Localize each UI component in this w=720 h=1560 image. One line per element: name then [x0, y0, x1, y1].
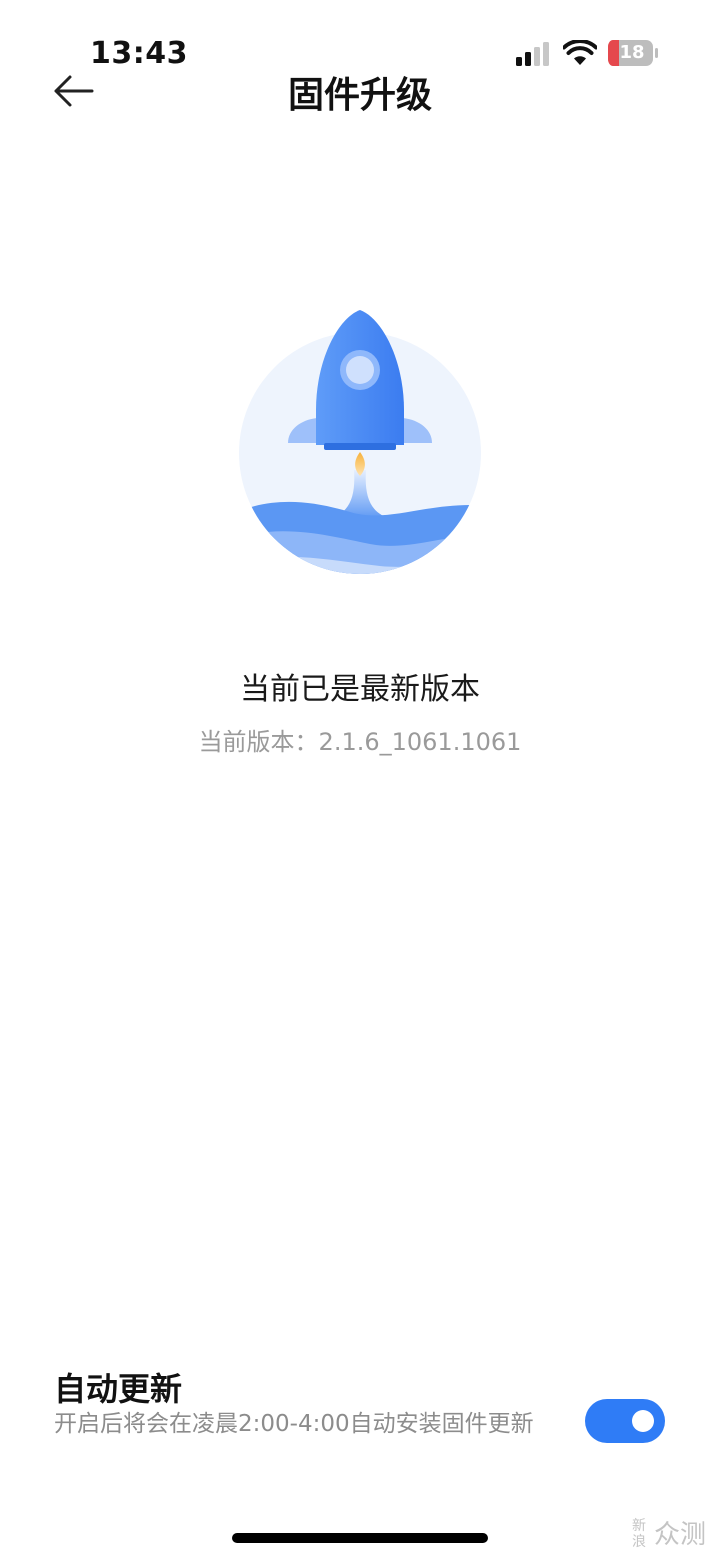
rocket-launch-icon: [239, 310, 481, 574]
wifi-icon: [563, 40, 597, 65]
watermark-big-text: 众测: [654, 1520, 707, 1550]
watermark-small-text: 新浪: [632, 1518, 646, 1550]
battery-level: 18: [619, 42, 645, 63]
status-title: 当前已是最新版本: [240, 672, 480, 707]
current-version: 当前版本：2.1.6_1061.1061: [198, 728, 522, 756]
watermark: 新浪 众测: [632, 1518, 716, 1554]
toggle-knob: [632, 1410, 654, 1432]
auto-update-toggle[interactable]: [585, 1399, 665, 1443]
auto-update-title: 自动更新: [54, 1370, 183, 1408]
page-title: 固件升级: [287, 75, 432, 116]
auto-update-description: 开启后将会在凌晨2:00-4:00自动安装固件更新: [54, 1411, 534, 1437]
home-indicator[interactable]: [232, 1533, 488, 1543]
signal-icon: [516, 42, 549, 66]
